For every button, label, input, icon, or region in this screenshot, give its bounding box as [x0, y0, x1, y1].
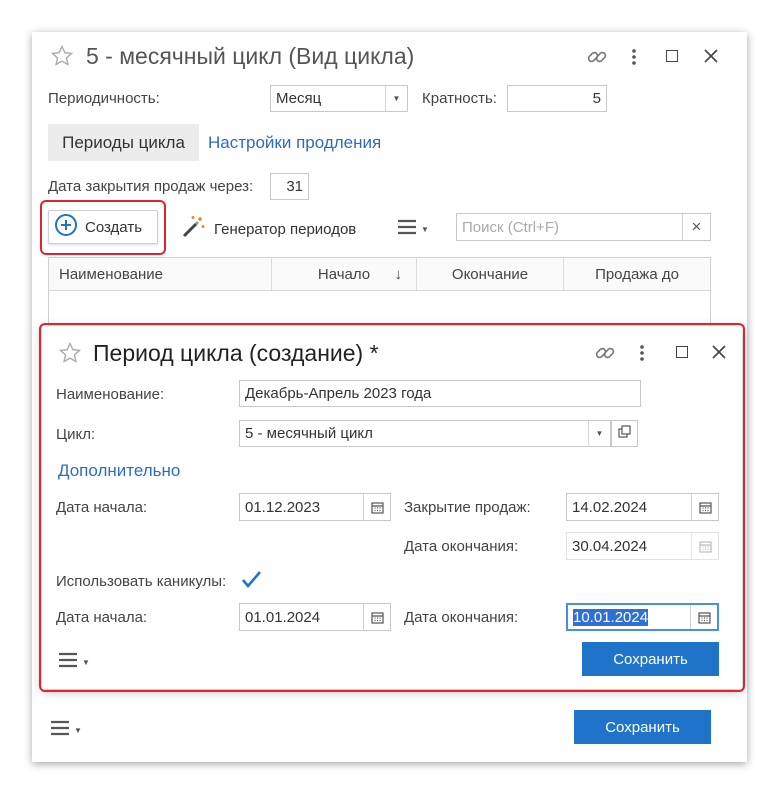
link-icon[interactable]	[594, 342, 616, 368]
close-sales-date-value: 14.02.2024	[572, 498, 648, 516]
close-sales-input[interactable]: 31	[270, 173, 309, 200]
search-input[interactable]: Поиск (Ctrl+F) ×	[456, 213, 711, 241]
dropdown-arrow-icon: ▼	[421, 224, 429, 234]
dialog-menu-button[interactable]: ▼	[58, 652, 90, 672]
dropdown-arrow-icon[interactable]: ▼	[588, 421, 610, 446]
name-value: Декабрь-Апрель 2023 года	[245, 385, 432, 402]
calendar-icon[interactable]	[690, 605, 717, 629]
magic-wand-icon	[180, 214, 206, 244]
use-holidays-checkbox[interactable]	[240, 569, 262, 591]
create-button[interactable]: Создать	[48, 210, 158, 244]
dropdown-arrow-icon: ▼	[82, 657, 90, 667]
hamburger-menu-icon	[58, 652, 78, 672]
end-date-label: Дата окончания:	[404, 538, 519, 555]
column-header-start-label: Начало	[317, 265, 371, 283]
close-sales-label: Дата закрытия продаж через:	[48, 178, 254, 195]
dialog-save-button[interactable]: Сохранить	[582, 642, 719, 676]
column-header-start[interactable]: Начало ↓	[272, 258, 417, 290]
holiday-end-input[interactable]: 10.01.2024	[566, 603, 719, 631]
column-header-name[interactable]: Наименование	[49, 258, 272, 290]
periodicity-value: Месяц	[276, 90, 322, 107]
dropdown-arrow-icon[interactable]: ▼	[385, 86, 407, 111]
close-sales-value: 31	[286, 178, 303, 195]
name-input[interactable]: Декабрь-Апрель 2023 года	[239, 380, 641, 407]
calendar-icon[interactable]	[363, 494, 390, 520]
star-icon[interactable]	[50, 44, 76, 70]
calendar-icon[interactable]	[363, 604, 390, 630]
end-date-input: 30.04.2024	[566, 532, 719, 560]
column-header-sale-until[interactable]: Продажа до	[564, 258, 710, 290]
outer-save-button[interactable]: Сохранить	[574, 710, 711, 744]
close-icon[interactable]	[711, 344, 727, 364]
close-icon[interactable]	[703, 48, 719, 68]
holiday-end-value: 10.01.2024	[573, 608, 649, 626]
holiday-start-label: Дата начала:	[56, 609, 148, 626]
link-icon[interactable]	[586, 46, 608, 72]
open-window-icon	[618, 425, 631, 442]
dropdown-arrow-icon: ▼	[74, 725, 82, 735]
end-date-value: 30.04.2024	[572, 537, 648, 555]
create-button-label: Создать	[85, 218, 143, 236]
periodicity-select[interactable]: Месяц ▼	[270, 85, 408, 112]
star-icon[interactable]	[58, 341, 82, 369]
open-cycle-button[interactable]	[611, 420, 638, 447]
outer-menu-button[interactable]: ▼	[50, 720, 82, 740]
hamburger-menu-icon	[397, 219, 417, 239]
holiday-start-input[interactable]: 01.01.2024	[239, 603, 391, 631]
start-date-value: 01.12.2023	[245, 498, 321, 516]
dialog-title: Период цикла (создание) *	[93, 340, 379, 366]
use-holidays-label: Использовать каникулы:	[56, 573, 227, 590]
multiplicity-value: 5	[592, 90, 601, 107]
additional-link[interactable]: Дополнительно	[58, 461, 180, 481]
cycle-select[interactable]: 5 - месячный цикл ▼	[239, 420, 611, 447]
periodicity-label: Периодичность:	[48, 90, 160, 107]
search-placeholder: Поиск (Ctrl+F)	[462, 218, 559, 236]
more-vert-icon[interactable]	[626, 46, 642, 72]
close-sales-date-input[interactable]: 14.02.2024	[566, 493, 719, 521]
holiday-start-value: 01.01.2024	[245, 608, 321, 626]
column-header-end[interactable]: Окончание	[417, 258, 564, 290]
maximize-icon[interactable]	[676, 346, 688, 358]
search-clear-button[interactable]: ×	[682, 214, 710, 240]
more-vert-icon[interactable]	[634, 342, 650, 368]
tab-cycle-periods[interactable]: Периоды цикла	[48, 124, 199, 161]
start-date-label: Дата начала:	[56, 499, 148, 516]
table-menu-button[interactable]: ▼	[397, 219, 429, 239]
generator-button-label: Генератор периодов	[214, 220, 357, 238]
multiplicity-label: Кратность:	[422, 90, 497, 107]
hamburger-menu-icon	[50, 720, 70, 740]
cycle-value: 5 - месячный цикл	[245, 425, 373, 442]
generator-button[interactable]: Генератор периодов	[180, 214, 356, 244]
window-title: 5 - месячный цикл (Вид цикла)	[86, 43, 415, 69]
multiplicity-input[interactable]: 5	[507, 85, 607, 112]
start-date-input[interactable]: 01.12.2023	[239, 493, 391, 521]
checkmark-icon	[240, 571, 262, 595]
calendar-icon	[691, 533, 718, 559]
sort-arrow-icon: ↓	[394, 265, 403, 283]
holiday-end-label: Дата окончания:	[404, 609, 519, 626]
calendar-icon[interactable]	[691, 494, 718, 520]
name-label: Наименование:	[56, 386, 165, 403]
cycle-label: Цикл:	[56, 426, 96, 443]
tab-renewal-settings[interactable]: Настройки продления	[208, 133, 381, 153]
close-sales-date-label: Закрытие продаж:	[404, 499, 531, 516]
plus-circle-icon	[54, 213, 78, 241]
maximize-icon[interactable]	[666, 50, 678, 62]
